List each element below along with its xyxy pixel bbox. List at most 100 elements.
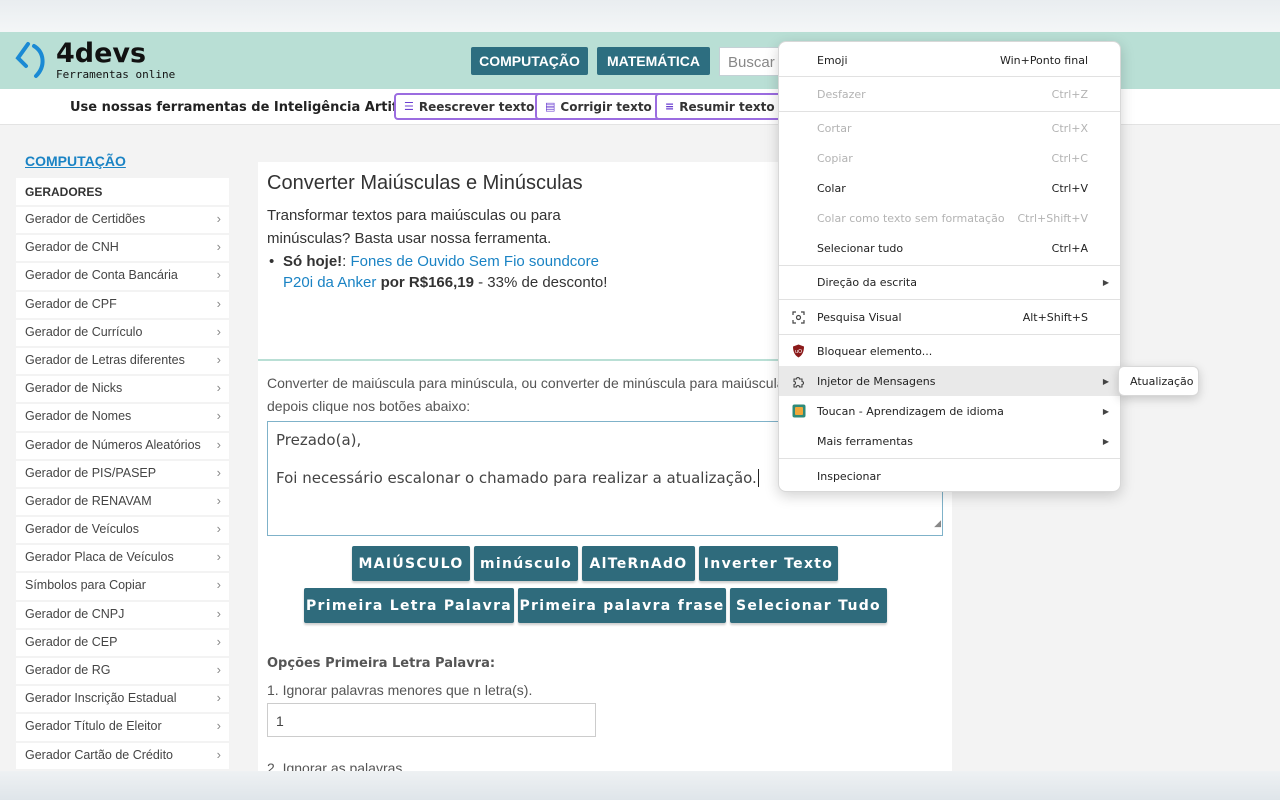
menu-item-copy[interactable]: Copiar Ctrl+C (779, 143, 1120, 173)
menu-item-label: Direção da escrita (817, 275, 917, 289)
menu-shortcut: Ctrl+C (1051, 151, 1088, 165)
promo-suffix: - 33% de desconto! (478, 274, 608, 291)
menu-item-label: Emoji (817, 53, 848, 67)
4devs-logo-icon[interactable] (14, 40, 48, 82)
nav-matematica-button[interactable]: MATEMÁTICA (597, 47, 710, 75)
sidebar-item-label: Gerador de CEP (25, 634, 118, 649)
menu-item-block-element[interactable]: uO Bloquear elemento... (779, 336, 1120, 366)
promo-price: por R$166,19 (380, 274, 474, 291)
menu-item-label: Inspecionar (817, 469, 881, 483)
menu-item-toucan[interactable]: Toucan - Aprendizagem de idioma ▶ (779, 396, 1120, 426)
correct-text-button[interactable]: ▤ Corrigir texto (535, 93, 662, 120)
menu-separator (779, 265, 1120, 266)
logo-subtitle: Ferramentas online (56, 68, 176, 81)
chevron-right-icon: › (216, 690, 221, 706)
menu-separator (779, 334, 1120, 335)
menu-item-paste[interactable]: Colar Ctrl+V (779, 173, 1120, 203)
menu-item-label: Pesquisa Visual (817, 310, 902, 324)
option1-input[interactable]: 1 (267, 703, 596, 737)
chevron-right-icon: › (216, 605, 221, 621)
sidebar-item-cpf[interactable]: Gerador de CPF › (16, 291, 229, 318)
sidebar-item-cnh[interactable]: Gerador de CNH › (16, 235, 229, 262)
sidebar-item-label: Gerador de CNH (25, 240, 119, 255)
promo-item: Só hoje!: Fones de Ouvido Sem Fio soundc… (267, 251, 612, 293)
chevron-right-icon: › (216, 211, 221, 226)
menu-item-writing-direction[interactable]: Direção da escrita ▶ (779, 267, 1120, 297)
sidebar-item-numeros-aleatorios[interactable]: Gerador de Números Aleatórios › (16, 432, 229, 459)
first-letter-word-button[interactable]: Primeira Letra Palavra (304, 588, 514, 623)
submenu-arrow-icon: ▶ (1102, 406, 1109, 416)
menu-item-paste-plain[interactable]: Colar como texto sem formatação Ctrl+Shif… (779, 203, 1120, 233)
chevron-right-icon: › (216, 492, 221, 508)
sidebar-item-cnpj[interactable]: Gerador de CNPJ › (16, 601, 229, 628)
instructions-line2: depois clique nos botões abaixo: (267, 398, 471, 414)
instructions-line1: Converter de maiúscula para minúscula, o… (267, 375, 785, 391)
submenu-item-atualizacao[interactable]: Atualização (1118, 366, 1199, 396)
submenu-arrow-icon: ▶ (1102, 436, 1109, 446)
promo-colon: : (342, 253, 347, 270)
sidebar-item-nicks[interactable]: Gerador de Nicks › (16, 376, 229, 403)
chevron-right-icon: › (216, 323, 221, 339)
sidebar-item-label: Gerador Inscrição Estadual (25, 691, 177, 706)
alternate-case-button[interactable]: AlTeRnAdO (582, 546, 695, 581)
menu-item-message-injector[interactable]: Injetor de Mensagens ▶ (779, 366, 1120, 396)
sidebar-item-rg[interactable]: Gerador de RG › (16, 658, 229, 685)
sidebar-item-label: Gerador Título de Eleitor (25, 719, 162, 734)
sidebar-item-cep[interactable]: Gerador de CEP › (16, 629, 229, 656)
menu-separator (779, 111, 1120, 112)
menu-shortcut: Win+Ponto final (999, 53, 1088, 67)
menu-item-undo[interactable]: Desfazer Ctrl+Z (779, 79, 1120, 109)
menu-shortcut: Alt+Shift+S (1022, 310, 1088, 324)
sidebar-item-pis-pasep[interactable]: Gerador de PIS/PASEP › (16, 460, 229, 487)
menu-shortcut: Ctrl+X (1051, 121, 1088, 135)
summarize-text-button[interactable]: ≡ Resumir texto (655, 93, 785, 120)
first-word-sentence-button[interactable]: Primeira palavra frase (518, 588, 726, 623)
uppercase-button[interactable]: MAIÚSCULO (352, 546, 470, 581)
summarize-text-label: Resumir texto (679, 99, 775, 114)
sidebar-item-conta-bancaria[interactable]: Gerador de Conta Bancária › (16, 263, 229, 290)
sidebar-item-simbolos[interactable]: Símbolos para Copiar › (16, 573, 229, 600)
menu-item-label: Cortar (817, 121, 852, 135)
sidebar-item-certidoes[interactable]: Gerador de Certidões › (16, 207, 229, 234)
menu-item-inspect[interactable]: Inspecionar (779, 461, 1120, 491)
sidebar-item-label: Gerador de CPF (25, 296, 117, 311)
correct-icon: ▤ (545, 100, 556, 113)
nav-computacao-button[interactable]: COMPUTAÇÃO (471, 47, 588, 75)
menu-item-label: Desfazer (817, 87, 866, 101)
menu-item-cut[interactable]: Cortar Ctrl+X (779, 113, 1120, 143)
menu-item-emoji[interactable]: Emoji Win+Ponto final (779, 45, 1120, 75)
sidebar-item-veiculos[interactable]: Gerador de Veículos › (16, 517, 229, 544)
chevron-right-icon: › (216, 464, 221, 480)
sidebar-item-titulo-eleitor[interactable]: Gerador Título de Eleitor › (16, 714, 229, 741)
sidebar-item-letras-diferentes[interactable]: Gerador de Letras diferentes › (16, 347, 229, 375)
sidebar-item-label: Símbolos para Copiar (25, 578, 146, 593)
lowercase-button[interactable]: minúsculo (474, 546, 578, 581)
sidebar-item-nomes[interactable]: Gerador de Nomes › (16, 404, 229, 431)
menu-item-label: Injetor de Mensagens (817, 374, 936, 388)
chevron-right-icon: › (216, 662, 221, 677)
menu-item-select-all[interactable]: Selecionar tudo Ctrl+A (779, 233, 1120, 263)
option1-label: 1. Ignorar palavras menores que n letra(… (267, 682, 533, 698)
sidebar-item-label: Gerador de Certidões (25, 212, 146, 226)
sidebar-item-curriculo[interactable]: Gerador de Currículo › (16, 319, 229, 346)
menu-item-visual-search[interactable]: Pesquisa Visual Alt+Shift+S (779, 302, 1120, 332)
ublock-shield-icon: uO (791, 344, 806, 359)
sidebar-item-renavam[interactable]: Gerador de RENAVAM › (16, 488, 229, 516)
logo-title[interactable]: 4devs (56, 38, 146, 69)
sidebar-item-placa-veiculos[interactable]: Gerador Placa de Veículos › (16, 545, 229, 572)
sidebar-item-inscricao-estadual[interactable]: Gerador Inscrição Estadual › (16, 686, 229, 713)
invert-text-button[interactable]: Inverter Texto (699, 546, 838, 581)
instructions: Converter de maiúscula para minúscula, o… (267, 372, 787, 418)
resize-handle-icon[interactable]: ◢ (934, 515, 941, 534)
sidebar-heading-computacao[interactable]: COMPUTAÇÃO (25, 153, 126, 169)
sidebar-item-label: Gerador de RENAVAM (25, 493, 152, 508)
menu-item-more-tools[interactable]: Mais ferramentas ▶ (779, 426, 1120, 456)
browser-top-area (0, 0, 1280, 32)
select-all-button[interactable]: Selecionar Tudo (730, 588, 887, 623)
rewrite-text-button[interactable]: ☰ Reescrever texto (394, 93, 545, 120)
menu-item-label: Colar (817, 181, 846, 195)
context-menu: Emoji Win+Ponto final Desfazer Ctrl+Z Cort… (778, 41, 1121, 492)
toucan-icon (791, 404, 806, 419)
sidebar-item-cartao-credito[interactable]: Gerador Cartão de Crédito › (16, 742, 229, 769)
sidebar-group-geradores: GERADORES (16, 178, 229, 205)
